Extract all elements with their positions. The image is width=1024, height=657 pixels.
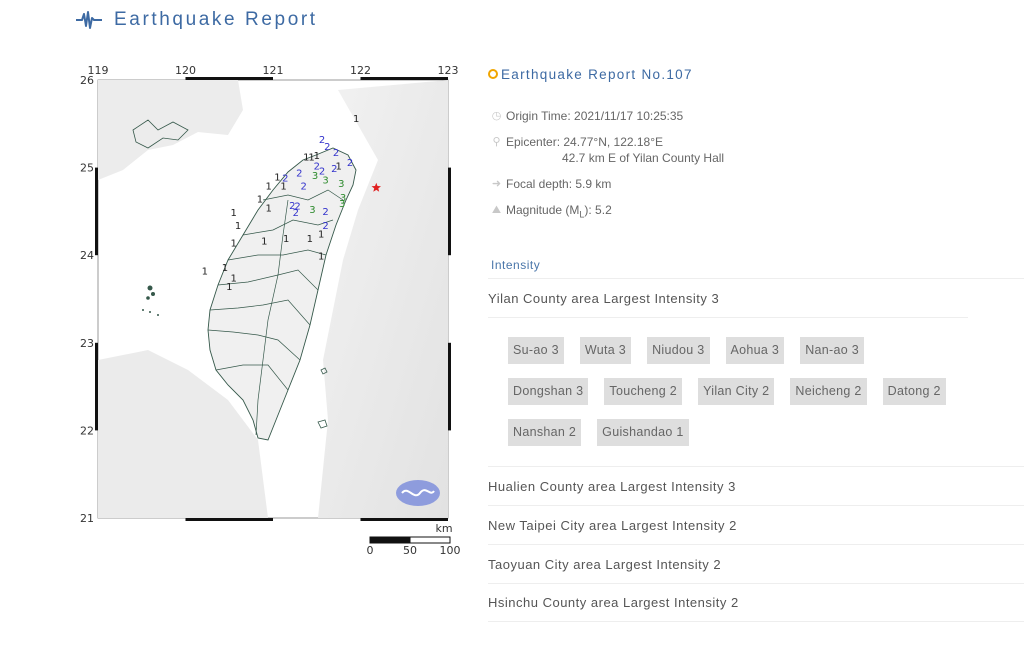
station-badge: Neicheng 2	[790, 378, 867, 406]
intensity-heading: Intensity	[491, 258, 541, 273]
intensity-area-list: Yilan County area Largest Intensity 3 Su…	[488, 278, 1024, 623]
station-badge: Niudou 3	[647, 337, 710, 365]
area-row-yilan[interactable]: Yilan County area Largest Intensity 3	[488, 278, 1024, 317]
origin-time: Origin Time: 2021/11/17 10:25:35	[506, 109, 684, 123]
lon-tick-label: 121	[263, 64, 284, 77]
station-intensity-mark: 2	[324, 142, 330, 153]
station-badge: Nanshan 2	[508, 419, 582, 447]
area-row-new-taipei[interactable]: New Taipei City area Largest Intensity 2	[488, 505, 1024, 544]
station-intensity-mark: 1	[318, 252, 324, 263]
station-intensity-mark: 2	[296, 168, 302, 179]
station-intensity-mark: 3	[338, 179, 344, 190]
focal-depth-row: ➜ Focal depth: 5.9 km	[488, 176, 1024, 192]
scale-label-0: 0	[367, 544, 374, 557]
epicenter-coords: Epicenter: 24.77°N, 122.18°E	[506, 135, 664, 149]
station-intensity-mark: 1	[314, 151, 320, 162]
magnitude: Magnitude (ML): 5.2	[506, 203, 612, 220]
station-intensity-mark: 2	[347, 158, 353, 169]
intensity-map: 119 120 121 122 123 26 25 24 23 22 21 122222222223…	[78, 60, 478, 560]
page-header: Earthquake Report	[76, 6, 318, 34]
report-info: ◷ Origin Time: 2021/11/17 10:25:35 ⚲ Epi…	[488, 108, 1024, 222]
station-intensity-mark: 2	[293, 208, 299, 219]
cwb-logo	[396, 480, 440, 506]
station-intensity-mark: 1	[230, 238, 236, 249]
magnitude-row: ⛰ Magnitude (ML): 5.2	[488, 202, 1024, 222]
lon-tick-label: 123	[438, 64, 459, 77]
station-badge: Aohua 3	[725, 337, 785, 365]
frame-tick-bar	[360, 518, 448, 521]
scale-label-100: 100	[440, 544, 461, 557]
station-intensity-mark: 1	[261, 237, 267, 248]
station-intensity-mark: 2	[333, 148, 339, 159]
station-intensity-mark: 1	[222, 263, 228, 274]
report-panel: Earthquake Report No.107 ◷ Origin Time: …	[488, 60, 1024, 623]
station-intensity-mark: 3	[309, 205, 315, 216]
map-canvas: 119 120 121 122 123262524232221 122222222223…	[80, 64, 461, 557]
frame-tick-bar	[448, 342, 451, 431]
station-intensity-mark: 1	[230, 208, 236, 219]
station-intensity-mark: 1	[265, 203, 271, 214]
lat-tick-label: 24	[80, 249, 94, 262]
depth-arrow-icon: ➜	[491, 178, 502, 190]
station-intensity-mark: 1	[202, 266, 208, 277]
frame-tick-bar	[185, 518, 273, 521]
focal-depth: Focal depth: 5.9 km	[506, 177, 612, 191]
epicenter-description: 42.7 km E of Yilan County Hall	[562, 151, 725, 165]
frame-tick-bar	[185, 77, 273, 80]
area-row-hsinchu[interactable]: Hsinchu County area Largest Intensity 2	[488, 583, 1024, 623]
location-pin-icon: ⚲	[492, 136, 501, 148]
station-intensity-mark: 1	[307, 234, 313, 245]
station-badge: Wuta 3	[579, 337, 632, 365]
page-title: Earthquake Report	[114, 9, 318, 30]
station-intensity-mark: 1	[335, 161, 341, 172]
seismograph-icon	[76, 11, 102, 29]
lat-tick-label: 25	[80, 162, 94, 175]
station-intensity-mark: 1	[226, 282, 232, 293]
station-badge: Yilan City 2	[698, 378, 775, 406]
station-intensity-mark: 1	[280, 182, 286, 193]
station-intensity-mark: 2	[322, 207, 328, 218]
report-title-text: Earthquake Report No.107	[501, 66, 693, 82]
scale-bar: km 0 50 100	[367, 522, 461, 557]
station-intensity-mark: 1	[353, 114, 359, 125]
frame-tick-bar	[360, 77, 448, 80]
station-badge: Guishandao 1	[597, 419, 689, 447]
station-intensity-mark: 3	[339, 199, 345, 210]
station-intensity-mark: 1	[283, 234, 289, 245]
area-row-hualien[interactable]: Hualien County area Largest Intensity 3	[488, 466, 1024, 505]
frame-tick-bar	[95, 167, 98, 256]
yilan-station-list: Su-ao 3 Wuta 3 Niudou 3 Aohua 3 Nan-ao 3…	[488, 317, 968, 466]
report-bullet-icon	[488, 69, 498, 79]
frame-tick-bar	[448, 167, 451, 256]
lat-tick-label: 26	[80, 74, 94, 87]
lat-tick-label: 21	[80, 512, 94, 525]
station-badge: Toucheng 2	[604, 378, 683, 406]
area-row-taoyuan[interactable]: Taoyuan City area Largest Intensity 2	[488, 544, 1024, 583]
station-badge: Dongshan 3	[508, 378, 589, 406]
station-intensity-mark: 1	[318, 230, 324, 241]
station-intensity-mark: 2	[300, 182, 306, 193]
report-title: Earthquake Report No.107	[488, 60, 1024, 88]
station-badge: Datong 2	[882, 378, 946, 406]
lat-tick-label: 23	[80, 337, 94, 350]
station-badge: Su-ao 3	[508, 337, 564, 365]
lon-tick-label: 122	[350, 64, 371, 77]
origin-time-row: ◷ Origin Time: 2021/11/17 10:25:35	[488, 108, 1024, 124]
lat-tick-label: 22	[80, 424, 94, 437]
lon-tick-label: 120	[175, 64, 196, 77]
magnitude-icon: ⛰	[491, 204, 502, 216]
station-badge: Nan-ao 3	[800, 337, 865, 365]
station-intensity-mark: 1	[265, 182, 271, 193]
scale-label-50: 50	[403, 544, 417, 557]
station-intensity-mark: 1	[235, 221, 241, 232]
clock-icon: ◷	[491, 110, 502, 122]
frame-tick-bar	[95, 342, 98, 431]
station-intensity-mark: 1	[257, 195, 263, 206]
station-intensity-mark: 3	[312, 171, 318, 182]
station-intensity-mark: 3	[322, 175, 328, 186]
epicenter-row: ⚲ Epicenter: 24.77°N, 122.18°E 42.7 km E…	[488, 134, 1024, 166]
scale-unit: km	[435, 522, 452, 535]
